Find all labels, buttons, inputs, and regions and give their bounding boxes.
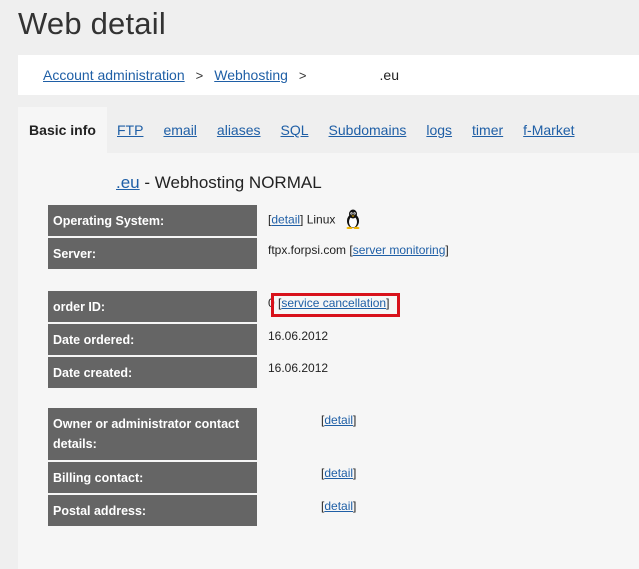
label-postal-address: Postal address:: [48, 495, 257, 526]
label-date-ordered: Date ordered:: [48, 324, 257, 355]
label-date-created: Date created:: [48, 357, 257, 388]
tab-label[interactable]: aliases: [217, 122, 261, 138]
owner-detail-link[interactable]: detail: [324, 413, 353, 427]
breadcrumb: Account administration > Webhosting > .e…: [18, 55, 639, 95]
tab-sql[interactable]: SQL: [271, 107, 319, 153]
label-owner-contact: Owner or administrator contact details:: [48, 408, 257, 460]
tab-label[interactable]: SQL: [281, 122, 309, 138]
tab-subdomains[interactable]: Subdomains: [319, 107, 417, 153]
os-value: [detail] Linux: [268, 209, 361, 232]
breadcrumb-account-administration[interactable]: Account administration: [43, 67, 185, 83]
tab-logs[interactable]: logs: [416, 107, 462, 153]
os-detail-link[interactable]: detail: [271, 213, 300, 227]
tab-f-market[interactable]: f-Market: [513, 107, 584, 153]
label-server: Server:: [48, 238, 257, 269]
breadcrumb-separator: >: [195, 67, 204, 83]
postal-address-value: [detail]: [321, 499, 357, 513]
os-name: Linux: [306, 212, 336, 227]
tux-penguin-icon: [345, 209, 361, 232]
label-operating-system: Operating System:: [48, 205, 257, 236]
webhosting-heading: .eu - Webhosting NORMAL: [116, 173, 322, 193]
basic-info-panel: .eu - Webhosting NORMAL Operating System…: [18, 153, 639, 569]
page-title: Web detail: [18, 6, 166, 41]
tab-email[interactable]: email: [153, 107, 206, 153]
tab-ftp[interactable]: FTP: [107, 107, 153, 153]
tab-label[interactable]: f-Market: [523, 122, 574, 138]
billing-detail-link[interactable]: detail: [324, 466, 353, 480]
heading-text: - Webhosting NORMAL: [139, 173, 322, 192]
server-value: ftpx.forpsi.com [server monitoring]: [268, 243, 449, 257]
tab-timer[interactable]: timer: [462, 107, 513, 153]
tab-label: Basic info: [29, 122, 96, 138]
date-ordered-value: 16.06.2012: [268, 329, 329, 343]
tab-bar: Basic info FTP email aliases SQL Subdoma…: [18, 107, 639, 153]
label-order-id: order ID:: [48, 291, 257, 322]
breadcrumb-separator: >: [298, 67, 307, 83]
highlight-box: [271, 293, 400, 317]
tab-label[interactable]: email: [163, 122, 196, 138]
label-billing-contact: Billing contact:: [48, 462, 257, 493]
tab-label[interactable]: FTP: [117, 122, 143, 138]
domain-link[interactable]: .eu: [116, 173, 140, 192]
server-hostname: ftpx.forpsi.com: [268, 243, 347, 257]
tab-label[interactable]: timer: [472, 122, 503, 138]
server-monitoring-link[interactable]: server monitoring: [353, 243, 446, 257]
postal-detail-link[interactable]: detail: [324, 499, 353, 513]
tab-label[interactable]: Subdomains: [329, 122, 407, 138]
date-created-value: 16.06.2012: [268, 361, 329, 375]
breadcrumb-webhosting[interactable]: Webhosting: [214, 67, 288, 83]
owner-contact-value: [detail]: [321, 413, 357, 427]
billing-contact-value: [detail]: [321, 466, 357, 480]
breadcrumb-current: .eu: [379, 67, 399, 83]
tab-basic-info[interactable]: Basic info: [18, 107, 107, 153]
tab-aliases[interactable]: aliases: [207, 107, 271, 153]
tab-label[interactable]: logs: [426, 122, 452, 138]
